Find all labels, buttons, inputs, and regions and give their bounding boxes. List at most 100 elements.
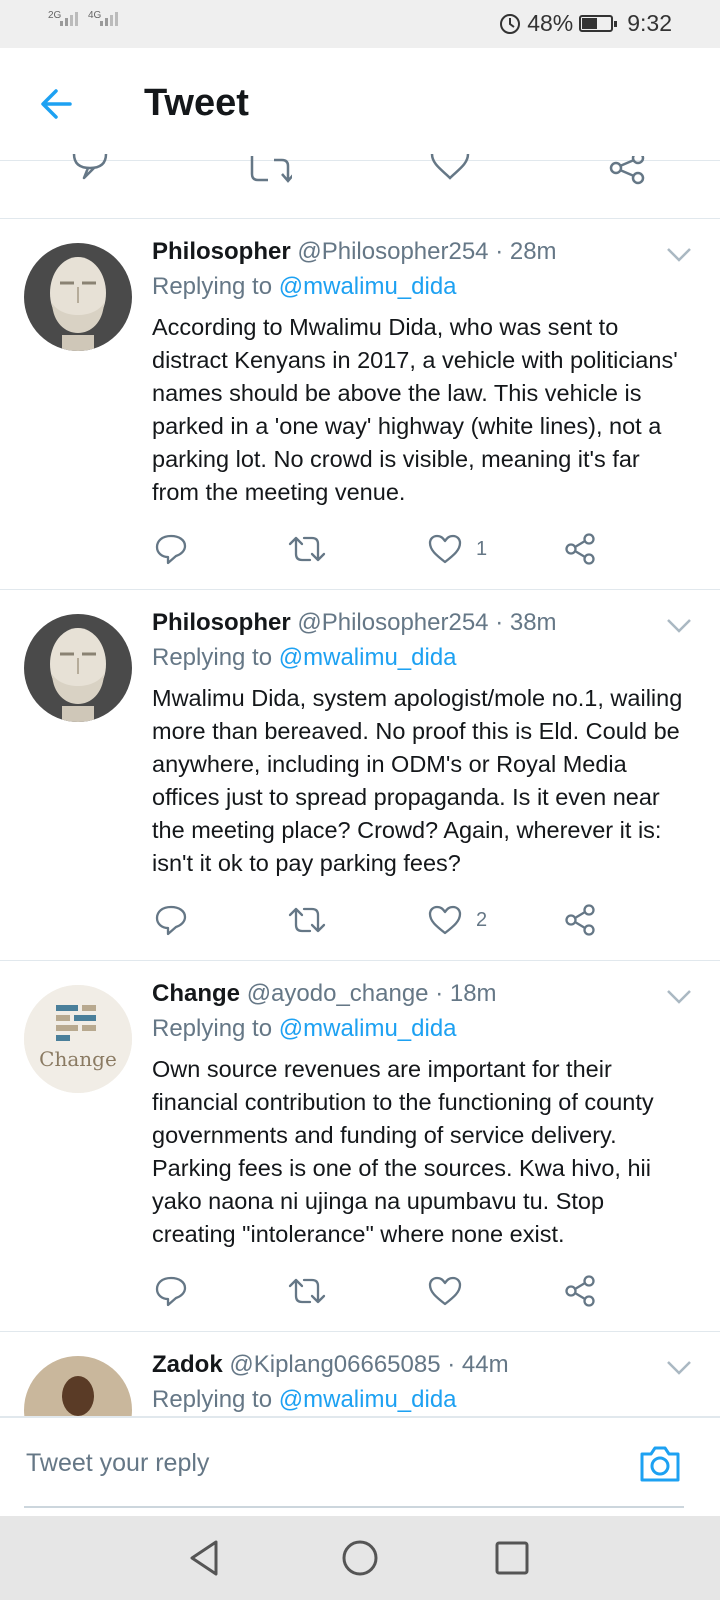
tweet-actions: 2 (152, 900, 622, 940)
retweet-icon (288, 907, 326, 933)
tweet-actions: 1 (152, 529, 622, 569)
reply-icon (155, 1276, 187, 1307)
display-name[interactable]: Zadok (152, 1351, 223, 1378)
tweet-content: Zadok @Kiplang06665085 · 44m Replying to… (152, 1348, 692, 1416)
nav-recents-icon[interactable] (492, 1538, 532, 1578)
tweet-item[interactable]: Philosopher @Philosopher254 · 38m Replyi… (0, 590, 720, 961)
main-tweet-actions (0, 154, 720, 219)
replying-to: Replying to @mwalimu_dida (152, 640, 692, 676)
tweet-actions (152, 1271, 622, 1311)
nav-home-icon[interactable] (340, 1538, 380, 1578)
like-icon[interactable] (430, 154, 470, 184)
tweet-content: Change @ayodo_change · 18m Replying to @… (152, 977, 692, 1251)
app-header: Tweet (0, 48, 720, 161)
status-right: 48% 9:32 (499, 10, 672, 37)
battery-percent: 48% (527, 10, 574, 36)
like-button[interactable]: 2 (428, 900, 487, 940)
system-nav-bar (0, 1516, 720, 1600)
reply-icon (155, 905, 187, 936)
replying-to: Replying to @mwalimu_dida (152, 269, 692, 305)
share-icon (565, 904, 595, 936)
replying-prefix: Replying to (152, 644, 273, 671)
reply-composer (0, 1416, 720, 1518)
share-icon (565, 1275, 595, 1307)
battery-icon (579, 15, 618, 32)
signal-bars-icon (60, 12, 78, 26)
data-saver-icon (500, 13, 521, 34)
share-icon (565, 533, 595, 565)
chevron-down-icon[interactable] (666, 1360, 692, 1376)
tweet-text: Own source revenues are important for th… (152, 1056, 654, 1247)
retweet-icon (288, 536, 326, 562)
avatar[interactable] (24, 614, 132, 722)
chevron-down-icon[interactable] (666, 247, 692, 263)
user-handle[interactable]: @ayodo_change (247, 980, 429, 1007)
camera-icon[interactable] (638, 1444, 682, 1484)
tweet-time: · 18m (435, 980, 497, 1007)
tweet-text: Mwalimu Dida, system apologist/mole no.1… (152, 685, 683, 876)
tweet-item[interactable]: Zadok @Kiplang06665085 · 44m Replying to… (0, 1332, 720, 1416)
clock: 9:32 (627, 10, 672, 36)
chevron-down-icon[interactable] (666, 618, 692, 634)
user-handle[interactable]: @Philosopher254 (297, 238, 488, 265)
replying-to-link[interactable]: @mwalimu_dida (279, 1015, 457, 1042)
replying-prefix: Replying to (152, 1015, 273, 1042)
share-button[interactable] (564, 529, 598, 569)
replying-to-link[interactable]: @mwalimu_dida (279, 273, 457, 300)
like-button[interactable] (428, 1271, 476, 1311)
tweet-content: Philosopher @Philosopher254 · 38m Replyi… (152, 606, 692, 880)
share-button[interactable] (564, 1271, 598, 1311)
display-name[interactable]: Philosopher (152, 238, 291, 265)
page-title: Tweet (144, 82, 249, 124)
user-handle[interactable]: @Philosopher254 (297, 609, 488, 636)
reply-input[interactable] (24, 1442, 628, 1484)
replying-to: Replying to @mwalimu_dida (152, 1382, 692, 1416)
avatar[interactable]: Change (24, 985, 132, 1093)
retweet-button[interactable] (288, 900, 326, 940)
tweet-text: According to Mwalimu Dida, who was sent … (152, 314, 678, 505)
replying-to: Replying to @mwalimu_dida (152, 1011, 692, 1047)
reply-icon (155, 534, 187, 565)
like-button[interactable]: 1 (428, 529, 487, 569)
reply-underline (24, 1506, 684, 1508)
display-name[interactable]: Change (152, 980, 240, 1007)
like-icon (428, 534, 462, 564)
reply-icon[interactable] (70, 154, 110, 184)
display-name[interactable]: Philosopher (152, 609, 291, 636)
replying-prefix: Replying to (152, 1386, 273, 1413)
retweet-icon (288, 1278, 326, 1304)
status-bar: 2G 4G 48% 9:32 (0, 0, 720, 48)
share-icon[interactable] (608, 156, 648, 186)
tweet-time: · 38m (495, 609, 557, 636)
like-icon (428, 1276, 462, 1306)
tweet-header: Philosopher @Philosopher254 · 28m (152, 235, 692, 269)
avatar-wordmark: Change (39, 1047, 117, 1071)
tweet-header: Philosopher @Philosopher254 · 38m (152, 606, 692, 640)
tweet-header: Zadok @Kiplang06665085 · 44m (152, 1348, 692, 1382)
back-arrow-icon[interactable] (36, 84, 76, 124)
chevron-down-icon[interactable] (666, 989, 692, 1005)
like-icon (428, 905, 462, 935)
replying-to-link[interactable]: @mwalimu_dida (279, 1386, 457, 1413)
reply-button[interactable] (154, 900, 188, 940)
replying-prefix: Replying to (152, 273, 273, 300)
nav-back-icon[interactable] (186, 1538, 226, 1578)
tweet-item[interactable]: Change Change @ayodo_change · 18m Replyi… (0, 961, 720, 1332)
retweet-icon[interactable] (248, 156, 292, 186)
tweet-time: · 28m (495, 238, 557, 265)
avatar[interactable] (24, 1356, 132, 1416)
reply-button[interactable] (154, 1271, 188, 1311)
tweet-header: Change @ayodo_change · 18m (152, 977, 692, 1011)
tweet-item[interactable]: Philosopher @Philosopher254 · 28m Replyi… (0, 219, 720, 590)
avatar[interactable] (24, 243, 132, 351)
replying-to-link[interactable]: @mwalimu_dida (279, 644, 457, 671)
signal-bars-icon (100, 12, 118, 26)
retweet-button[interactable] (288, 1271, 326, 1311)
retweet-button[interactable] (288, 529, 326, 569)
reply-button[interactable] (154, 529, 188, 569)
tweet-content: Philosopher @Philosopher254 · 28m Replyi… (152, 235, 692, 509)
like-count: 2 (476, 908, 488, 931)
user-handle[interactable]: @Kiplang06665085 (229, 1351, 440, 1378)
share-button[interactable] (564, 900, 598, 940)
like-count: 1 (476, 537, 488, 560)
